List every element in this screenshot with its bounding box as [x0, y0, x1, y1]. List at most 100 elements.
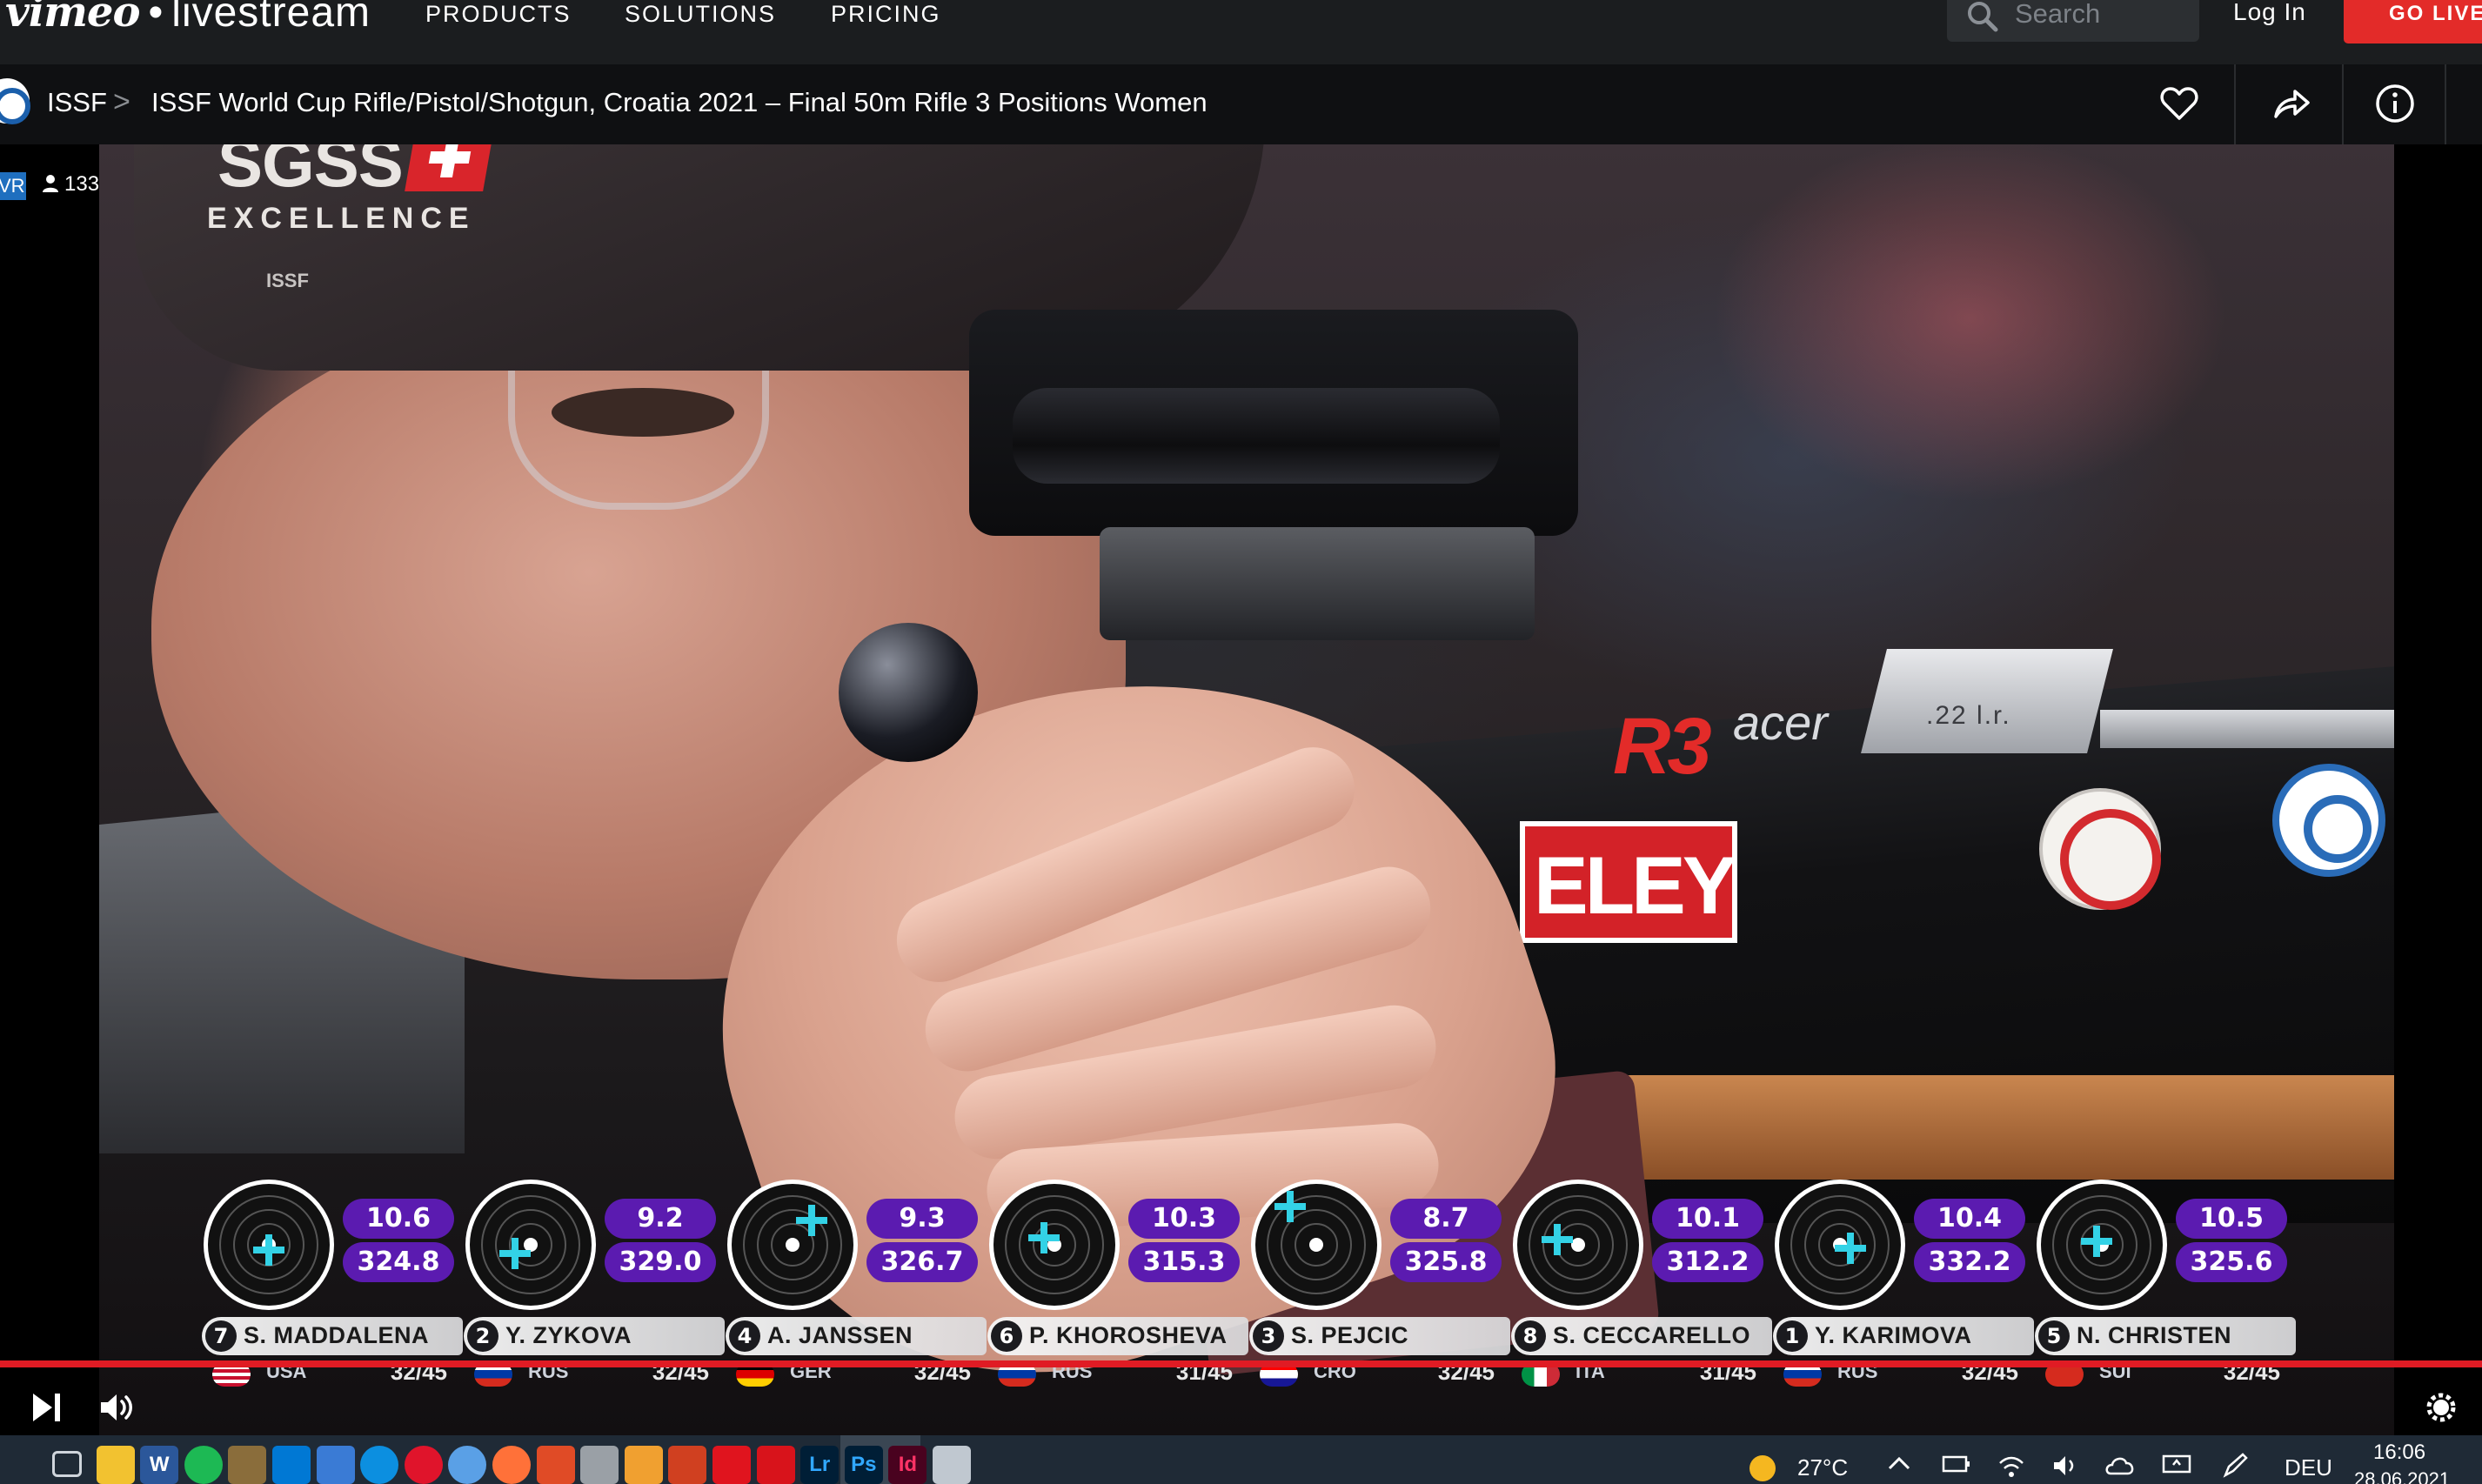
- app-icon[interactable]: [536, 1446, 575, 1484]
- outlook-icon[interactable]: [272, 1446, 311, 1484]
- input-language[interactable]: DEU: [2285, 1454, 2332, 1481]
- search-input[interactable]: Search: [1947, 0, 2199, 42]
- athlete-namebar: 8 S. CECCARELLO: [1511, 1317, 1772, 1355]
- nav-link-products[interactable]: PRODUCTS: [425, 0, 572, 28]
- heart-icon[interactable]: [2158, 82, 2201, 125]
- athlete-namebar: 4 A. JANSSEN: [726, 1317, 987, 1355]
- athlete-card: 10.1 312.2 8 S. CECCARELLO ITA 31/45: [1511, 1178, 1772, 1430]
- clock-time[interactable]: 16:06: [2373, 1441, 2425, 1465]
- file-explorer-icon[interactable]: [96, 1446, 135, 1484]
- athlete-seed: 2: [467, 1320, 498, 1352]
- titlebar-divider: [2445, 64, 2446, 144]
- app-icon[interactable]: [316, 1446, 355, 1484]
- athlete-name: Y. KARIMOVA: [1815, 1322, 1972, 1348]
- app-icon[interactable]: [580, 1446, 619, 1484]
- channel-link[interactable]: ISSF: [47, 87, 107, 118]
- play-icon[interactable]: [30, 1390, 64, 1425]
- vr-badge: VR: [0, 172, 26, 200]
- app-icon[interactable]: [668, 1446, 707, 1484]
- shot-marker-icon: [2081, 1226, 2112, 1257]
- weather-sun-icon[interactable]: [1745, 1449, 1780, 1484]
- cap-issf-logo: ISSF: [266, 270, 309, 291]
- breadcrumb-chevron-icon: >: [113, 85, 130, 118]
- vimeo-livestream-logo[interactable]: vimeo • livestream: [5, 0, 371, 37]
- info-icon[interactable]: [2373, 82, 2417, 125]
- wifi-icon[interactable]: [1997, 1453, 2025, 1479]
- word-icon[interactable]: W: [140, 1446, 179, 1484]
- athlete-seed: 7: [205, 1320, 237, 1352]
- logo-separator: •: [148, 0, 164, 36]
- athlete-card: 10.6 324.8 7 S. MADDALENA USA 32/45: [202, 1178, 463, 1430]
- athlete-seed: 3: [1253, 1320, 1284, 1352]
- safari-icon[interactable]: [448, 1446, 487, 1484]
- athlete-namebar: 2 Y. ZYKOVA: [464, 1317, 725, 1355]
- chevron-up-icon[interactable]: [1888, 1454, 1910, 1472]
- pen-icon[interactable]: [2220, 1451, 2250, 1481]
- cap-subtitle: EXCELLENCE: [207, 202, 476, 235]
- task-view-icon[interactable]: [52, 1451, 82, 1477]
- edge-icon[interactable]: [360, 1446, 399, 1484]
- volume-icon[interactable]: [96, 1387, 137, 1428]
- go-live-button[interactable]: GO LIVE: [2344, 0, 2482, 43]
- athlete-card: 9.2 329.0 2 Y. ZYKOVA RUS 32/45: [464, 1178, 725, 1430]
- athlete-seed: 6: [991, 1320, 1022, 1352]
- spotify-icon[interactable]: [184, 1446, 223, 1484]
- target-icon: [1773, 1178, 1907, 1312]
- paint-icon[interactable]: [624, 1446, 663, 1484]
- onedrive-icon[interactable]: [2105, 1453, 2137, 1479]
- clock-date[interactable]: 28.06.2021: [2354, 1468, 2450, 1484]
- display-icon[interactable]: [2161, 1453, 2192, 1479]
- athlete-name: Y. ZYKOVA: [505, 1322, 632, 1348]
- nav-link-solutions[interactable]: SOLUTIONS: [625, 0, 776, 28]
- firefox-icon[interactable]: [492, 1446, 531, 1484]
- settings-icon[interactable]: [2422, 1388, 2460, 1427]
- shot-score: 9.3: [866, 1199, 978, 1239]
- caliber-marking: .22 l.r.: [1926, 701, 2011, 730]
- search-placeholder: Search: [2015, 0, 2101, 29]
- photo-app-icon[interactable]: [228, 1446, 267, 1484]
- viewer-count-value: 133: [64, 172, 100, 196]
- indesign-icon[interactable]: Id: [888, 1446, 927, 1484]
- athlete-seed: 8: [1515, 1320, 1546, 1352]
- video-title-bar: ISSF > ISSF World Cup Rifle/Pistol/Shotg…: [0, 64, 2482, 144]
- lightroom-icon[interactable]: Lr: [800, 1446, 840, 1484]
- video-title: ISSF World Cup Rifle/Pistol/Shotgun, Cro…: [151, 87, 1208, 117]
- target-icon: [2035, 1178, 2169, 1312]
- opera-icon[interactable]: [404, 1446, 443, 1484]
- viewer-icon: [43, 175, 58, 192]
- shot-marker-icon: [796, 1205, 827, 1236]
- photoshop-icon[interactable]: Ps: [844, 1446, 883, 1484]
- speaker-icon[interactable]: [2051, 1453, 2079, 1479]
- battery-icon[interactable]: [1942, 1453, 1971, 1475]
- athlete-name: A. JANSSEN: [767, 1322, 913, 1348]
- athlete-namebar: 6 P. KHOROSHEVA: [987, 1317, 1248, 1355]
- athlete-seed: 5: [2038, 1320, 2070, 1352]
- rifle-model-logo: R3: [1613, 701, 1712, 792]
- acrobat-reader-icon[interactable]: [756, 1446, 795, 1484]
- acrobat-icon[interactable]: [712, 1446, 751, 1484]
- progress-bar[interactable]: [0, 1360, 2482, 1367]
- shot-score: 10.3: [1128, 1199, 1240, 1239]
- athlete-card: 10.3 315.3 6 P. KHOROSHEVA RUS 31/45: [987, 1178, 1248, 1430]
- shot-marker-icon: [1028, 1222, 1060, 1253]
- app-icon[interactable]: [933, 1446, 971, 1484]
- rifle-model-text: R3: [1613, 702, 1712, 791]
- logo-livestream-text: livestream: [171, 0, 371, 36]
- total-score: 324.8: [343, 1242, 454, 1282]
- logo-vimeo-text: vimeo: [5, 0, 140, 37]
- login-link[interactable]: Log In: [2233, 0, 2306, 26]
- athlete-name: S. CECCARELLO: [1553, 1322, 1751, 1348]
- total-score: 326.7: [866, 1242, 978, 1282]
- share-icon[interactable]: [2269, 82, 2312, 125]
- athlete-name: S. MADDALENA: [244, 1322, 429, 1348]
- video-player[interactable]: SGSS EXCELLENCE ISSF .22 l.r. R3 acer EL…: [0, 144, 2482, 1435]
- athlete-seed: 1: [1776, 1320, 1808, 1352]
- shot-score: 10.1: [1652, 1199, 1763, 1239]
- nav-link-pricing[interactable]: PRICING: [831, 0, 941, 28]
- shot-marker-icon: [1274, 1191, 1306, 1222]
- weather-temperature[interactable]: 27°C: [1797, 1454, 1848, 1481]
- shot-score: 10.4: [1914, 1199, 2025, 1239]
- target-icon: [987, 1178, 1121, 1312]
- channel-avatar[interactable]: [0, 78, 30, 124]
- total-score: 329.0: [605, 1242, 716, 1282]
